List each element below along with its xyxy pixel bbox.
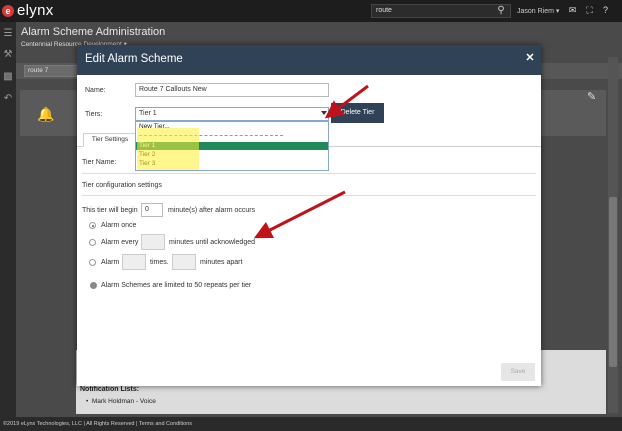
alarm-label: Alarm	[101, 259, 120, 266]
alarm-bell-icon: 🔔	[37, 106, 55, 122]
minutes-apart-label: minutes apart	[200, 259, 243, 266]
tiers-dropdown-list: New Tier... Tier 1 Tier 2 Tier 3	[135, 121, 329, 171]
alarm-every-label: Alarm every	[101, 239, 139, 246]
scroll-thumb[interactable]	[609, 197, 617, 367]
global-search-input[interactable]: route	[371, 4, 511, 18]
mail-icon[interactable]: ✉	[567, 5, 578, 16]
org-chart-icon[interactable]: ▩	[2, 71, 14, 83]
begin-suffix: minute(s) after alarm occurs	[168, 207, 256, 214]
pencil-icon[interactable]: ✎	[587, 90, 601, 104]
search-icon[interactable]: ⚲	[494, 4, 508, 18]
begin-minutes-input[interactable]: 0	[141, 203, 163, 217]
every-minutes-input[interactable]	[141, 234, 165, 250]
scheme-name-input[interactable]: Route 7 Callouts New	[135, 83, 329, 97]
elynx-logo-icon: e	[2, 5, 14, 17]
notification-lists-label: Notification Lists:	[80, 386, 140, 393]
tier-option-new[interactable]: New Tier...	[136, 123, 328, 131]
tab-tier-settings[interactable]: Tier Settings	[83, 133, 137, 147]
alarm-every-suffix: minutes until acknowledged	[169, 239, 255, 246]
divider	[82, 173, 536, 174]
close-icon[interactable]: ✕	[523, 51, 537, 65]
tiers-label: Tiers:	[85, 111, 103, 118]
menu-icon[interactable]: ☰	[2, 28, 14, 40]
tier-option[interactable]: Tier 3	[136, 160, 328, 168]
tier-option-selected[interactable]: Tier 1	[136, 142, 328, 150]
radio-alarm-once[interactable]	[89, 222, 96, 229]
dropdown-separator	[139, 135, 283, 136]
tier-option[interactable]: Tier 2	[136, 151, 328, 159]
repeat-times-input[interactable]	[122, 254, 146, 270]
tiers-select[interactable]: Tier 1	[135, 107, 329, 121]
repeat-interval-input[interactable]	[172, 254, 196, 270]
limit-note: Alarm Schemes are limited to 50 repeats …	[101, 282, 252, 289]
left-nav-rail: ☰ ⚒ ▩ ↶	[0, 22, 16, 417]
user-menu[interactable]: Jason Riem ▾	[517, 7, 559, 15]
chevron-down-icon[interactable]	[321, 111, 327, 115]
config-title: Tier configuration settings	[82, 182, 162, 189]
back-arrow-icon[interactable]: ↶	[2, 93, 14, 105]
name-label: Name:	[85, 87, 106, 94]
save-button[interactable]: Save	[501, 363, 535, 381]
radio-alarm-every[interactable]	[89, 239, 96, 246]
help-icon[interactable]: ?	[600, 5, 611, 16]
scheme-search-input[interactable]: route 7	[24, 65, 84, 77]
divider	[82, 195, 536, 196]
times-label: times.	[150, 259, 169, 266]
page-title: Alarm Scheme Administration	[21, 26, 166, 38]
delete-tier-button[interactable]: Delete Tier	[331, 103, 384, 123]
app-logo-text: elynx	[17, 2, 54, 19]
notification-list-item-text: Mark Holdman - Voice	[91, 398, 156, 405]
page-scrollbar[interactable]	[608, 57, 618, 413]
tier-name-label: Tier Name:	[82, 159, 117, 166]
footer: ©2019 eLynx Technologies, LLC | All Righ…	[0, 417, 622, 431]
top-bar: e elynx route ⚲ Jason Riem ▾ ✉ ⛶ ?	[0, 0, 622, 22]
dialog-header: Edit Alarm Scheme ✕	[77, 45, 541, 75]
info-icon	[90, 282, 97, 289]
wrench-icon[interactable]: ⚒	[2, 49, 14, 61]
fullscreen-icon[interactable]: ⛶	[584, 5, 595, 16]
begin-prefix: This tier will begin	[82, 207, 138, 214]
dialog-title: Edit Alarm Scheme	[85, 53, 183, 65]
alarm-once-label: Alarm once	[101, 222, 137, 229]
edit-alarm-scheme-dialog: Edit Alarm Scheme ✕ Name: Route 7 Callou…	[77, 45, 541, 386]
notification-list-item: • Mark Holdman - Voice	[86, 398, 156, 405]
radio-alarm-repeat[interactable]	[89, 259, 96, 266]
